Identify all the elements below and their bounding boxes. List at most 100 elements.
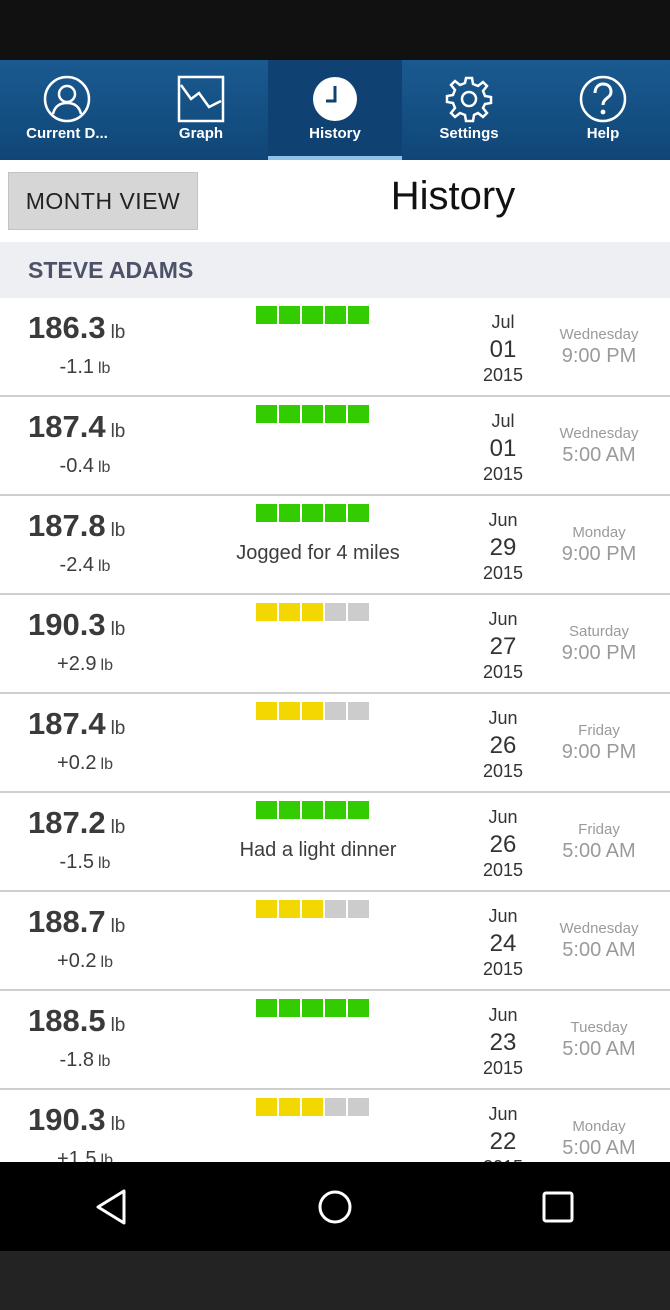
history-row[interactable]: 187.8 lb -2.4 lb Jogged for 4 miles Jun 29 2015… <box>0 496 670 595</box>
entry-date: Jun 23 2015 <box>458 1005 548 1079</box>
history-row[interactable]: 187.2 lb -1.5 lb Had a light dinner Jun 26 2015… <box>0 793 670 892</box>
history-row[interactable]: 187.4 lb -0.4 lb Jul 01 2015 Wednesday 5:00 AM <box>0 397 670 496</box>
score-segment <box>256 603 277 621</box>
score-segment <box>325 999 346 1017</box>
tab-label: History <box>309 125 361 142</box>
entry-note: Had a light dinner <box>239 839 397 861</box>
score-segment <box>348 999 369 1017</box>
page-title: History <box>390 174 516 218</box>
weight-number: 186.3 <box>28 310 106 345</box>
entry-time: Friday 5:00 AM <box>548 821 650 863</box>
tab-label: Graph <box>178 125 224 142</box>
date-day: 27 <box>489 632 517 660</box>
score-bar <box>256 405 371 423</box>
status-bar <box>0 0 670 60</box>
date-month: Jul <box>491 411 515 431</box>
entry-time: Tuesday 5:00 AM <box>548 1019 650 1061</box>
weight-unit: lb <box>110 1015 126 1036</box>
date-year: 2015 <box>482 563 524 584</box>
change-number: +2.9 <box>57 653 97 675</box>
change-unit: lb <box>100 756 113 773</box>
change-unit: lb <box>100 954 113 971</box>
date-year: 2015 <box>482 959 524 980</box>
score-segment <box>302 999 323 1017</box>
weight-unit: lb <box>110 817 126 838</box>
gear-icon <box>445 75 493 123</box>
date-year: 2015 <box>482 1058 524 1079</box>
home-button[interactable] <box>275 1162 395 1251</box>
entry-weekday: Friday <box>578 722 620 739</box>
recents-button[interactable] <box>498 1162 618 1251</box>
weight-unit: lb <box>110 619 126 640</box>
score-segment <box>279 306 300 324</box>
score-segment <box>256 900 277 918</box>
help-icon <box>579 75 627 123</box>
entry-date: Jul 01 2015 <box>458 312 548 386</box>
score-segment <box>256 405 277 423</box>
weight-number: 188.5 <box>28 1003 106 1038</box>
tab-settings[interactable]: Settings <box>402 60 536 160</box>
date-year: 2015 <box>482 860 524 881</box>
score-segment <box>348 405 369 423</box>
history-row[interactable]: 190.3lb+1.5lbJun222015Monday5:00 AM <box>0 1090 670 1162</box>
entry-weekday: Friday <box>578 821 620 838</box>
score-bar <box>256 504 371 522</box>
entry-clock: 5:00 AM <box>562 1137 636 1159</box>
tab-graph[interactable]: Graph <box>134 60 268 160</box>
clock-icon <box>311 75 359 123</box>
weight-unit: lb <box>110 916 126 937</box>
date-month: Jun <box>488 1005 518 1025</box>
score-segment <box>256 306 277 324</box>
graph-icon <box>177 75 225 123</box>
score-segment <box>325 603 346 621</box>
date-year: 2015 <box>482 662 524 683</box>
date-day: 22 <box>489 1127 517 1155</box>
score-segment <box>279 900 300 918</box>
entry-clock: 5:00 AM <box>562 939 636 961</box>
change-unit: lb <box>98 360 111 377</box>
user-icon <box>43 75 91 123</box>
score-segment <box>325 306 346 324</box>
date-year: 2015 <box>482 761 524 782</box>
score-segment <box>279 999 300 1017</box>
history-row[interactable]: 188.5 lb -1.8 lb Jun 23 2015 Tuesday 5:00 AM <box>0 991 670 1090</box>
back-button[interactable] <box>52 1162 172 1251</box>
tab-label: Help <box>586 125 620 142</box>
score-segment <box>325 801 346 819</box>
score-segment <box>325 504 346 522</box>
date-year: 2015 <box>482 365 524 386</box>
entry-weekday: Monday <box>572 524 626 541</box>
entry-date: Jun222015 <box>458 1104 548 1162</box>
entry-clock: 9:00 PM <box>561 543 637 565</box>
tab-help[interactable]: Help <box>536 60 670 160</box>
weight-number: 190.3 <box>28 1102 106 1137</box>
score-segment <box>279 1098 300 1116</box>
change-number: -0.4 <box>59 455 94 477</box>
entry-weekday: Wednesday <box>559 326 639 343</box>
change-number: +1.5 <box>57 1148 97 1162</box>
bottom-strip <box>0 1251 670 1310</box>
score-segment <box>348 306 369 324</box>
score-segment <box>302 702 323 720</box>
score-segment <box>256 801 277 819</box>
history-row[interactable]: 187.4 lb +0.2 lb Jun 26 2015 Friday 9:00 PM <box>0 694 670 793</box>
month-view-button[interactable]: MONTH VIEW <box>8 172 198 230</box>
score-segment <box>302 306 323 324</box>
score-segment <box>279 405 300 423</box>
history-row[interactable]: 188.7 lb +0.2 lb Jun 24 2015 Wednesday 5:00 AM <box>0 892 670 991</box>
score-segment <box>325 702 346 720</box>
entry-time: Monday 9:00 PM <box>548 524 650 566</box>
weight-number: 187.4 <box>28 409 106 444</box>
score-segment <box>325 405 346 423</box>
score-segment <box>325 900 346 918</box>
date-day: 01 <box>489 335 517 363</box>
history-row[interactable]: 186.3 lb -1.1 lb Jul 01 2015 Wednesday 9:00 PM <box>0 298 670 397</box>
score-bar <box>256 900 371 918</box>
history-row[interactable]: 190.3 lb +2.9 lb Jun 27 2015 Saturday 9:00 PM <box>0 595 670 694</box>
tab-history[interactable]: History <box>268 60 402 160</box>
tab-current-data[interactable]: Current D... <box>0 60 134 160</box>
entry-clock: 9:00 PM <box>561 345 637 367</box>
score-bar <box>256 702 371 720</box>
entry-clock: 5:00 AM <box>562 444 636 466</box>
date-day: 23 <box>489 1028 517 1056</box>
